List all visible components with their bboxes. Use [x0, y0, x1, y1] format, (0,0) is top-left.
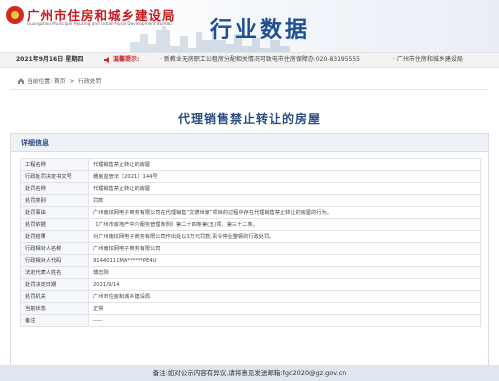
row-key: 处罚机关: [20, 290, 89, 303]
row-key: 行政处罚决定书文号: [20, 170, 89, 183]
row-key: 备注: [20, 314, 89, 327]
table-row: 行政相对人代码 91440111MA******PE4U: [20, 254, 481, 267]
table-row: 处罚类别 罚款: [20, 194, 481, 207]
row-value: 广州南炫网电子商务有限公司: [88, 242, 481, 255]
footer-email-link[interactable]: fgc2020@gz.gov.cn: [283, 369, 347, 377]
row-key: 处罚类别: [20, 194, 89, 207]
table-row: 处罚依据 《广州市房地产中介服务管理条例》第二十四条第(五)项、第三十二条。: [20, 218, 481, 231]
page-title: 代理销售禁止转让的房屋: [177, 112, 321, 126]
detail-table: 工程名称 代理销售禁止转让的房屋 行政处罚决定书文号 穗房监管法〔2021〕144号…: [20, 158, 481, 327]
row-key: 法定代表人姓名: [20, 266, 89, 279]
row-value: 广州南炫网电子商务有限公司在代理销售“文德世家”项目的过程中存在代理销售禁止转让…: [88, 206, 481, 219]
row-value: 傅志刚: [88, 266, 481, 279]
row-key: 工程名称: [20, 158, 89, 171]
footer-notice: 备注:如对公示内容有异议,请将意见发送邮箱:fgc2020@gz.gov.cn: [0, 365, 499, 381]
row-key: 当前状态: [20, 302, 89, 315]
table-row: 处罚决定日期 2021/9/14: [20, 278, 481, 291]
row-key: 行政相对人名称: [20, 242, 89, 255]
row-value: 代理销售禁止转让的房屋: [88, 158, 481, 171]
panel-heading: 详细信息: [11, 134, 488, 152]
breadcrumb-divider: [10, 89, 489, 90]
row-key: 处罚名称: [20, 182, 89, 195]
detail-panel: 详细信息 工程名称 代理销售禁止转让的房屋 行政处罚决定书文号 穗房监管法〔2021…: [10, 133, 489, 366]
location-icon: [18, 78, 24, 84]
notice-label: 温馨提示:: [113, 56, 140, 63]
notice-right-text[interactable]: · 广州市住房和城乡建设局: [393, 53, 463, 67]
row-key: 处罚依据: [20, 218, 89, 231]
row-key: 行政相对人代码: [20, 254, 89, 267]
footer-text: 备注:如对公示内容有异议,请将意见发送邮箱:: [152, 369, 283, 377]
row-value: 代理销售禁止转让的房屋: [88, 182, 481, 195]
site-subtitle: Guangzhou Municipal Housing and Urban-Ru…: [27, 21, 172, 26]
row-value: 2021/9/14: [88, 278, 481, 291]
megaphone-icon: [104, 57, 109, 63]
row-value: 《广州市房地产中介服务管理条例》第二十四条第(五)项、第三十二条。: [88, 218, 481, 231]
table-row: 行政相对人名称 广州南炫网电子商务有限公司: [20, 242, 481, 255]
site-header: 广州市住房和城乡建设局 Guangzhou Municipal Housing …: [0, 0, 499, 52]
table-row: 工程名称 代理销售禁止转让的房屋: [20, 158, 481, 171]
row-key: 处罚结果: [20, 230, 89, 243]
notice-date: 2021年9月16日 星期四: [16, 56, 84, 63]
notice-bar: 2021年9月16日 星期四 温馨提示: · 新教业无房职工公租房分配相关情况可…: [0, 52, 499, 68]
row-value: 91440111MA******PE4U: [88, 254, 481, 267]
row-value: 对广州南炫网电子商务有限公司作出处以3万元罚款,责令停业整顿的行政处罚。: [88, 230, 481, 243]
table-row: 备注 -----: [20, 314, 481, 327]
breadcrumb-prefix: 当前位置:: [27, 79, 53, 85]
row-value: 罚款: [88, 194, 481, 207]
row-value: 广州市住房和城乡建设局: [88, 290, 481, 303]
breadcrumb-separator: >: [69, 79, 75, 85]
row-key: 处罚决定日期: [20, 278, 89, 291]
row-value: 正常: [88, 302, 481, 315]
table-row: 行政处罚决定书文号 穗房监管法〔2021〕144号: [20, 170, 481, 183]
row-value: -----: [88, 314, 481, 327]
breadcrumb-current-link[interactable]: 行政处罚: [78, 79, 101, 85]
page-heading: 行业数据: [210, 18, 311, 43]
table-row: 处罚事由 广州南炫网电子商务有限公司在代理销售“文德世家”项目的过程中存在代理销售…: [20, 206, 481, 219]
row-value: 穗房监管法〔2021〕144号: [88, 170, 481, 183]
table-row: 当前状态 正常: [20, 302, 481, 315]
breadcrumb: 当前位置: 首页 > 行政处罚: [18, 76, 101, 85]
table-row: 处罚机关 广州市住房和城乡建设局: [20, 290, 481, 303]
row-key: 处罚事由: [20, 206, 89, 219]
table-row: 处罚结果 对广州南炫网电子商务有限公司作出处以3万元罚款,责令停业整顿的行政处罚。: [20, 230, 481, 243]
table-row: 处罚名称 代理销售禁止转让的房屋: [20, 182, 481, 195]
table-row: 法定代表人姓名 傅志刚: [20, 266, 481, 279]
bureau-logo[interactable]: [6, 6, 24, 24]
breadcrumb-home-link[interactable]: 首页: [54, 79, 66, 85]
notice-text[interactable]: · 新教业无房职工公租房分配相关情况可致电市住房保障办:020-83195555: [160, 53, 387, 67]
